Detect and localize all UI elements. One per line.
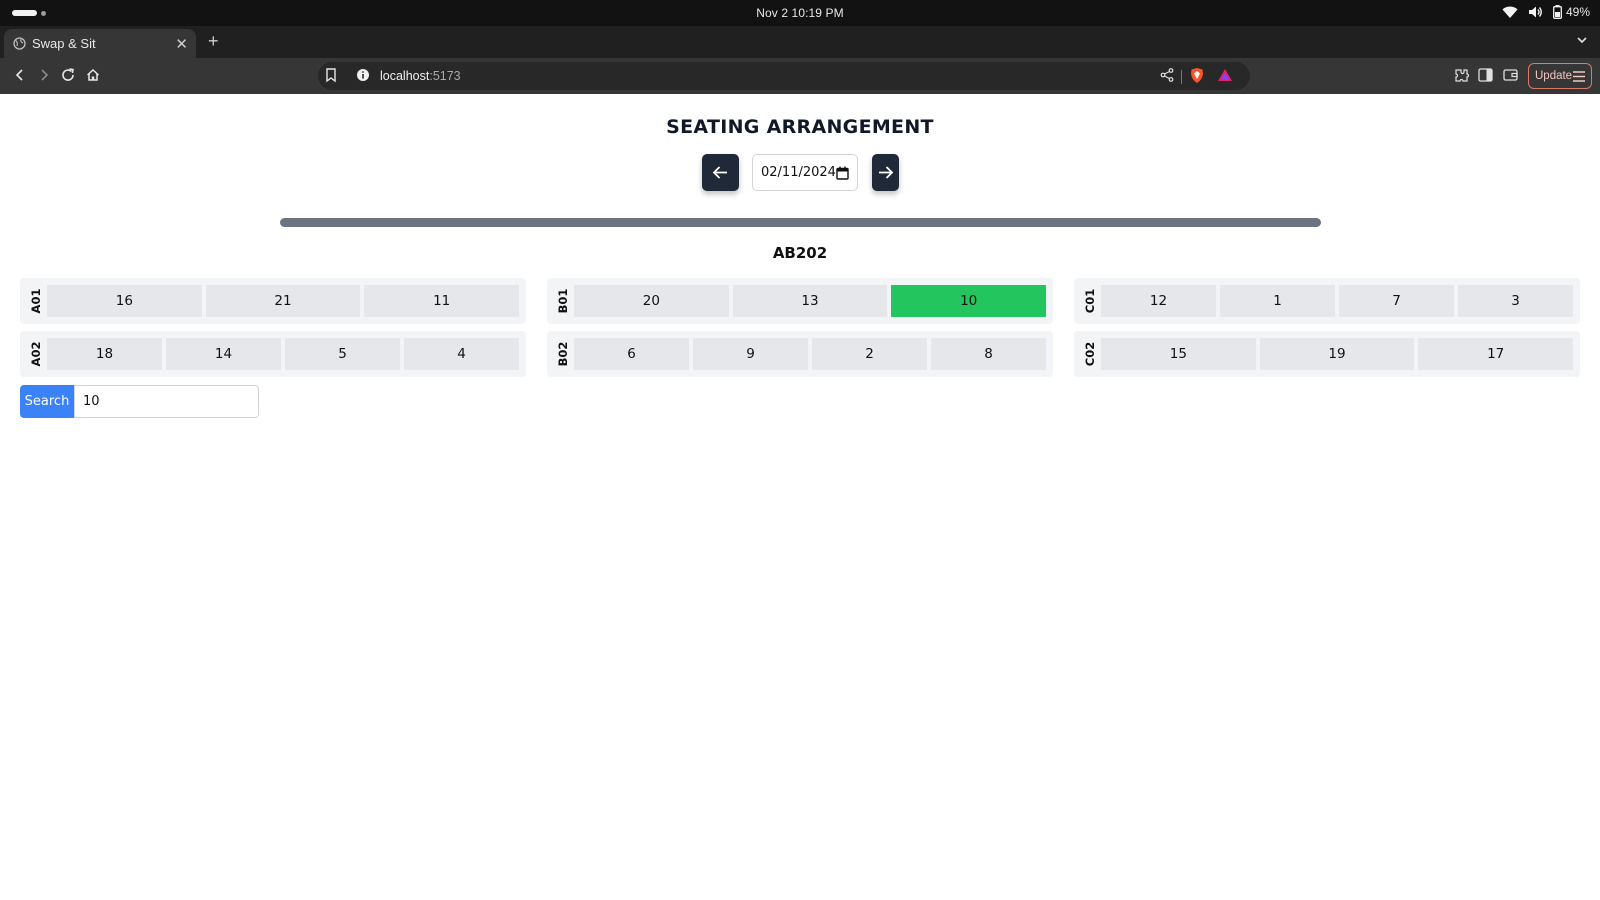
system-clock[interactable]: Nov 2 10:19 PM (0, 6, 1600, 20)
row-label-text: A02 (29, 341, 43, 367)
seat-row-group-B01: B01 20 13 10 (547, 278, 1053, 324)
row-label: A02 (28, 331, 44, 377)
bookmark-icon[interactable] (324, 67, 338, 83)
row-label-text: C01 (1083, 288, 1097, 314)
seat[interactable]: 18 (47, 338, 162, 370)
arrow-right-icon (879, 166, 894, 179)
seat-list: 15 19 17 (1101, 338, 1574, 370)
row-label: C01 (1082, 278, 1098, 324)
system-top-bar: Nov 2 10:19 PM 49% (0, 0, 1600, 26)
row-label: B01 (555, 278, 571, 324)
brave-shields-icon[interactable] (1190, 67, 1204, 84)
row-label-text: B02 (556, 341, 570, 367)
seat[interactable]: 13 (732, 285, 888, 317)
update-label: Update (1535, 70, 1573, 82)
volume-icon (1528, 6, 1542, 18)
reload-icon[interactable] (60, 67, 76, 83)
toolbar-divider (1181, 70, 1182, 84)
seat[interactable]: 19 (1259, 338, 1415, 370)
seat-row-group-A02: A02 18 14 5 4 (20, 331, 526, 377)
seat-row-group-C02: C02 15 19 17 (1074, 331, 1580, 377)
site-info-icon[interactable] (356, 68, 370, 82)
update-button[interactable]: Update (1528, 63, 1592, 89)
seat[interactable]: 20 (574, 285, 729, 317)
seat[interactable]: 17 (1418, 338, 1574, 370)
row-label: A01 (28, 278, 44, 324)
seat[interactable]: 3 (1458, 285, 1573, 317)
browser-toolbar: localhost:5173 Update (0, 58, 1600, 94)
home-icon[interactable] (85, 67, 101, 83)
screen-indicator-bar (280, 218, 1321, 227)
browser-tab-strip: Swap & Sit ✕ + (0, 26, 1600, 58)
row-label: C02 (1082, 331, 1098, 377)
search-input[interactable] (74, 385, 259, 418)
seat-list: 6 9 2 8 (574, 338, 1046, 370)
extensions-icon[interactable] (1454, 68, 1469, 83)
battery-icon (1553, 5, 1562, 19)
wifi-icon (1502, 6, 1518, 18)
seat-list: 20 13 10 (574, 285, 1047, 317)
system-status-area[interactable]: 49% (1502, 5, 1590, 19)
seat-row-group-C01: C01 12 1 7 3 (1074, 278, 1580, 324)
seat[interactable]: 8 (931, 338, 1046, 370)
seat[interactable]: 11 (364, 285, 520, 317)
arrow-left-icon (712, 166, 727, 179)
seat[interactable]: 15 (1101, 338, 1256, 370)
seat[interactable]: 5 (285, 338, 400, 370)
url-port: :5173 (429, 69, 461, 83)
seat-list: 18 14 5 4 (47, 338, 519, 370)
url-host: localhost (380, 69, 430, 83)
seat[interactable]: 16 (47, 285, 202, 317)
seat-list: 12 1 7 3 (1101, 285, 1573, 317)
sidebar-icon[interactable] (1478, 68, 1493, 82)
calendar-icon[interactable] (836, 166, 849, 180)
brave-rewards-icon[interactable] (1217, 68, 1233, 82)
page-title: SEATING ARRANGEMENT (666, 116, 934, 138)
seat[interactable]: 6 (574, 338, 689, 370)
page-content: SEATING ARRANGEMENT 02/11/2024 AB202 A01… (0, 94, 1600, 900)
new-tab-button[interactable]: + (208, 32, 219, 50)
seat[interactable]: 1 (1220, 285, 1335, 317)
row-label: B02 (555, 331, 571, 377)
previous-day-button[interactable] (702, 154, 739, 191)
seat[interactable]: 2 (812, 338, 927, 370)
seat[interactable]: 9 (693, 338, 808, 370)
seat[interactable]: 14 (166, 338, 281, 370)
date-input[interactable]: 02/11/2024 (752, 154, 858, 191)
seat-row-group-B02: B02 6 9 2 8 (547, 331, 1053, 377)
wallet-icon[interactable] (1503, 68, 1518, 82)
chevron-down-icon[interactable] (1576, 34, 1588, 46)
room-name: AB202 (772, 244, 828, 262)
row-label-text: C02 (1083, 341, 1097, 367)
search-button[interactable]: Search (20, 385, 74, 418)
menu-icon (1573, 71, 1585, 82)
seat-list: 16 21 11 (47, 285, 520, 317)
seat[interactable]: 7 (1339, 285, 1454, 317)
row-label-text: A01 (29, 288, 43, 314)
seat-highlighted[interactable]: 10 (891, 285, 1047, 317)
battery-percentage: 49% (1565, 5, 1590, 19)
seat[interactable]: 12 (1101, 285, 1216, 317)
url-text[interactable]: localhost:5173 (380, 69, 461, 83)
seat[interactable]: 21 (205, 285, 361, 317)
forward-arrow-icon[interactable] (36, 67, 52, 83)
tab-title: Swap & Sit (32, 36, 96, 51)
share-icon[interactable] (1160, 68, 1174, 82)
globe-icon (13, 37, 26, 50)
next-day-button[interactable] (872, 154, 899, 191)
browser-tab[interactable]: Swap & Sit ✕ (4, 29, 196, 58)
back-arrow-icon[interactable] (12, 67, 28, 83)
row-label-text: B01 (556, 288, 570, 314)
close-tab-icon[interactable]: ✕ (175, 35, 188, 53)
seat[interactable]: 4 (404, 338, 519, 370)
seat-row-group-A01: A01 16 21 11 (20, 278, 526, 324)
date-value: 02/11/2024 (761, 165, 836, 180)
